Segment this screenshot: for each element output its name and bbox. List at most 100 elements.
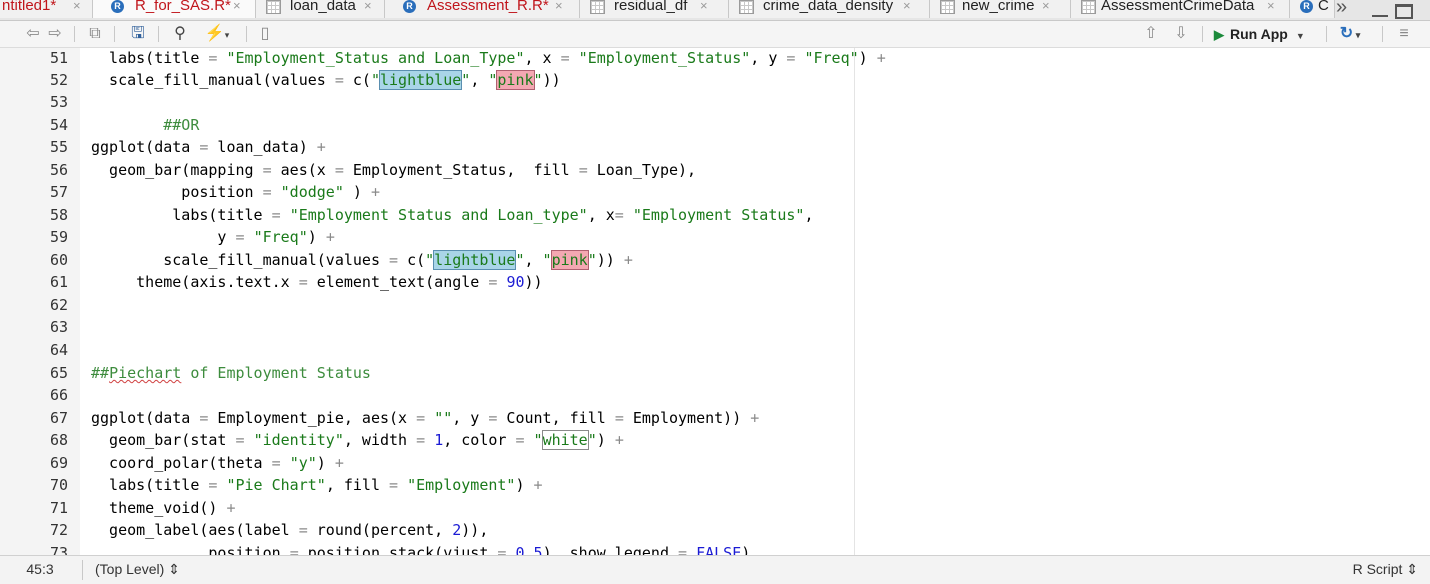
save-icon[interactable]: 🖫 <box>126 24 150 44</box>
tab-c[interactable]: R C <box>1290 0 1335 18</box>
toolbar-separator <box>114 26 115 42</box>
code-text[interactable]: labs(title = "Employment_Status and Loan… <box>91 48 886 69</box>
code-line[interactable]: 61 theme(axis.text.x = element_text(angl… <box>0 271 1430 293</box>
tab-overflow-icon[interactable]: » <box>1336 0 1347 19</box>
tab-residual-df[interactable]: residual_df × <box>580 0 729 18</box>
code-text[interactable]: scale_fill_manual(values = c("lightblue"… <box>91 69 561 91</box>
play-icon: ▶ <box>1214 27 1224 42</box>
close-icon[interactable]: × <box>1267 0 1275 18</box>
code-text[interactable]: scale_fill_manual(values = c("lightblue"… <box>91 249 633 271</box>
chevron-down-icon[interactable]: ▼ <box>1296 31 1305 41</box>
code-text[interactable]: ggplot(data = loan_data) + <box>91 136 326 158</box>
r-file-icon: R <box>403 0 416 13</box>
line-number: 55 <box>49 138 68 156</box>
tab-loan-data[interactable]: loan_data × <box>256 0 385 18</box>
scope-selector[interactable]: (Top Level) ⇕ <box>95 556 180 583</box>
back-arrow-icon[interactable]: ⇦ <box>22 24 44 44</box>
code-text[interactable]: geom_bar(stat = "identity", width = 1, c… <box>91 429 624 451</box>
minimize-pane-icon[interactable] <box>1372 8 1388 17</box>
line-number: 72 <box>49 521 68 539</box>
data-grid-icon <box>940 0 955 14</box>
close-icon[interactable]: × <box>364 0 372 18</box>
code-line[interactable]: 66 <box>0 384 1430 406</box>
publish-icon[interactable]: ↻ ▾ <box>1332 24 1368 44</box>
line-number: 65 <box>49 364 68 382</box>
compile-report-icon[interactable]: ▯ <box>256 24 274 44</box>
code-line[interactable]: 59 y = "Freq") + <box>0 226 1430 248</box>
tab-assessment-r[interactable]: R Assessment_R.R* × <box>385 0 580 18</box>
line-number: 60 <box>49 251 68 269</box>
code-line[interactable]: 70 labs(title = "Pie Chart", fill = "Emp… <box>0 474 1430 496</box>
forward-arrow-icon[interactable]: ⇨ <box>44 24 66 44</box>
tab-label: C <box>1318 0 1329 14</box>
line-number: 51 <box>49 49 68 67</box>
code-text[interactable]: geom_label(aes(label = round(percent, 2)… <box>91 519 488 541</box>
code-line[interactable]: 55 ggplot(data = loan_data) + <box>0 136 1430 158</box>
editor-status-bar: 45:3 (Top Level) ⇕ R Script ⇕ <box>0 555 1430 584</box>
show-in-window-icon[interactable]: ⧉ <box>84 24 106 44</box>
data-grid-icon <box>266 0 281 14</box>
code-line[interactable]: 58 labs(title = "Employment Status and L… <box>0 204 1430 226</box>
search-icon[interactable]: ⚲ <box>168 24 192 44</box>
close-icon[interactable]: × <box>903 0 911 18</box>
code-line[interactable]: 57 position = "dodge" ) + <box>0 181 1430 203</box>
tab-assessment-crime-data[interactable]: AssessmentCrimeData × <box>1071 0 1290 18</box>
close-icon[interactable]: × <box>233 0 241 18</box>
file-type-selector[interactable]: R Script ⇕ <box>1353 556 1418 583</box>
color-preview-lightblue: lightblue <box>433 250 517 270</box>
code-text[interactable]: theme_void() + <box>91 497 235 519</box>
code-text[interactable]: theme(axis.text.x = element_text(angle =… <box>91 271 542 293</box>
code-line[interactable]: 53 <box>0 91 1430 113</box>
close-icon[interactable]: × <box>73 0 81 18</box>
code-line[interactable]: 69 coord_polar(theta = "y") + <box>0 452 1430 474</box>
code-text[interactable]: y = "Freq") + <box>91 226 334 248</box>
code-line[interactable]: 62 <box>0 294 1430 316</box>
code-line[interactable]: 63 <box>0 316 1430 338</box>
tab-label: Assessment_R.R* <box>427 0 549 14</box>
toolbar-separator <box>158 26 159 42</box>
maximize-pane-icon[interactable] <box>1395 4 1413 19</box>
tab-label: residual_df <box>614 0 688 14</box>
run-app-button[interactable]: ▶ Run App ▼ <box>1214 24 1305 44</box>
tab-untitled1[interactable]: ntitled1* × <box>0 0 93 18</box>
editor-tab-bar: ntitled1* × R R_for_SAS.R* × loan_data ×… <box>0 0 1430 21</box>
code-line[interactable]: 67 ggplot(data = Employment_pie, aes(x =… <box>0 407 1430 429</box>
code-line[interactable]: 71 theme_void() + <box>0 497 1430 519</box>
tab-label: crime_data_density <box>763 0 894 14</box>
code-text[interactable]: geom_bar(mapping = aes(x = Employment_St… <box>91 159 696 181</box>
code-text[interactable]: labs(title = "Employment Status and Loan… <box>91 204 813 226</box>
go-down-icon[interactable]: ⇩ <box>1170 24 1192 44</box>
outline-icon[interactable]: ≡ <box>1392 24 1416 44</box>
tab-crime-data-density[interactable]: crime_data_density × <box>729 0 930 18</box>
code-line[interactable]: 64 <box>0 339 1430 361</box>
close-icon[interactable]: × <box>555 0 563 18</box>
code-text[interactable]: ##OR <box>91 114 199 136</box>
code-line[interactable]: 54 ##OR <box>0 114 1430 136</box>
code-line[interactable]: 56 geom_bar(mapping = aes(x = Employment… <box>0 159 1430 181</box>
code-line[interactable]: 65 ##Piechart of Employment Status <box>0 362 1430 384</box>
code-text[interactable]: coord_polar(theta = "y") + <box>91 452 344 474</box>
tab-r-for-sas[interactable]: R R_for_SAS.R* × <box>93 0 256 18</box>
code-text[interactable]: labs(title = "Pie Chart", fill = "Employ… <box>91 474 543 496</box>
code-text[interactable]: ##Piechart of Employment Status <box>91 362 371 384</box>
close-icon[interactable]: × <box>1042 0 1050 18</box>
close-icon[interactable]: × <box>700 0 708 18</box>
line-number: 61 <box>49 273 68 291</box>
code-line[interactable]: 52 scale_fill_manual(values = c("lightbl… <box>0 69 1430 91</box>
code-editor[interactable]: 51 labs(title = "Employment_Status and L… <box>0 48 1430 555</box>
code-text[interactable]: position = "dodge" ) + <box>91 181 380 203</box>
line-number: 69 <box>49 454 68 472</box>
code-line[interactable]: 72 geom_label(aes(label = round(percent,… <box>0 519 1430 541</box>
go-up-icon[interactable]: ⇧ <box>1140 24 1162 44</box>
code-line[interactable]: 51 labs(title = "Employment_Status and L… <box>0 48 1430 69</box>
code-line[interactable]: 73 position = position_stack(vjust = 0.5… <box>0 542 1430 555</box>
code-text[interactable]: ggplot(data = Employment_pie, aes(x = ""… <box>91 407 759 429</box>
code-line[interactable]: 60 scale_fill_manual(values = c("lightbl… <box>0 249 1430 271</box>
tab-new-crime[interactable]: new_crime × <box>930 0 1071 18</box>
color-preview-pink: pink <box>496 70 535 90</box>
magic-wand-icon[interactable]: ⚡▾ <box>198 24 236 44</box>
line-number: 54 <box>49 116 68 134</box>
data-grid-icon <box>1081 0 1096 14</box>
code-text[interactable]: position = position_stack(vjust = 0.5), … <box>91 542 750 555</box>
code-line[interactable]: 68 geom_bar(stat = "identity", width = 1… <box>0 429 1430 451</box>
